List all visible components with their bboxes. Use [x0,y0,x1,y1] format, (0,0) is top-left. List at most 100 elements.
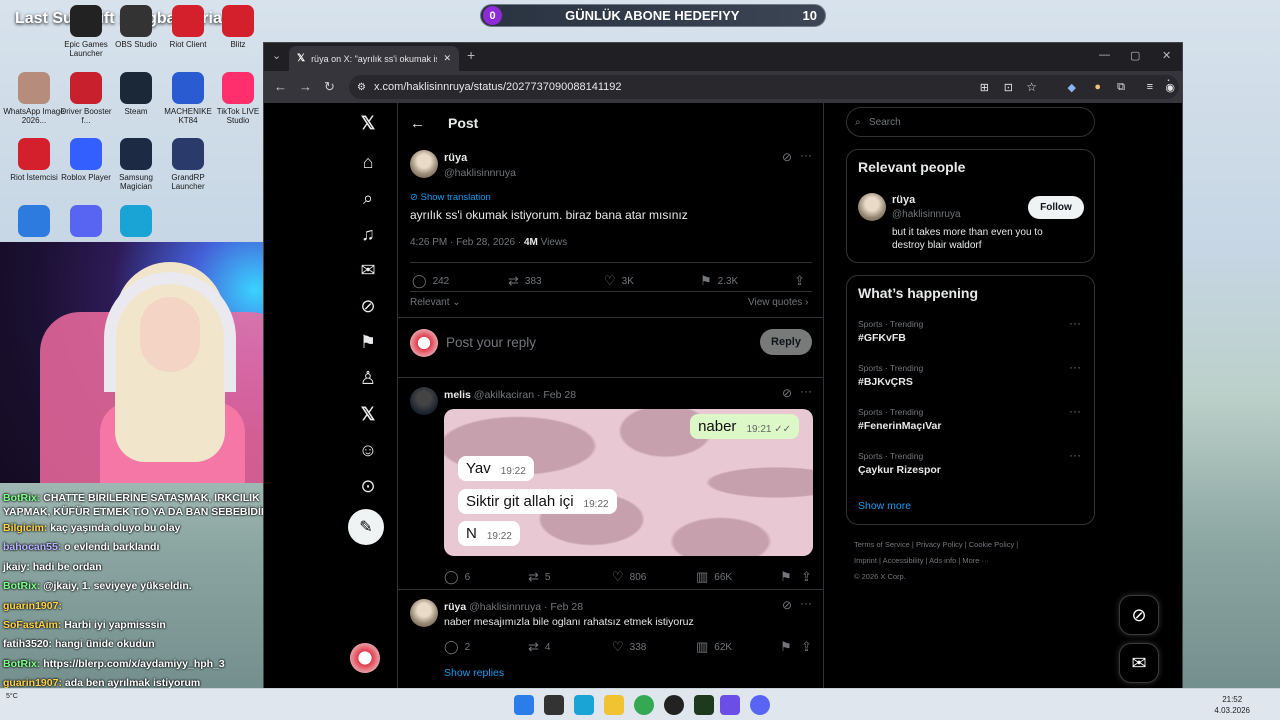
grok-icon[interactable]: ⊘ [353,291,383,321]
person-avatar[interactable] [858,193,886,221]
back-icon[interactable]: ← [274,79,287,94]
chat-screenshot-image[interactable]: naber 19:21 ✓✓ Yav 19:22 Siktir git allah … [444,409,813,556]
reply-count-button[interactable]: ◯ 6 [444,569,470,585]
trend-more-icon[interactable]: ··· [1069,360,1081,374]
messages-mail-icon[interactable]: ✉ [353,255,383,285]
extension-icon[interactable]: ◆ [1068,81,1076,94]
bookmark-star-icon[interactable]: ☆ [1026,80,1037,94]
search-input[interactable]: ⌕ Search [846,107,1095,137]
chrome-icon[interactable] [634,695,654,715]
author-handle[interactable]: @haklisinnruya [444,167,516,179]
bookmark-icon[interactable]: ⚑ [780,639,792,655]
bookmarks-icon[interactable]: ⚑ [353,327,383,357]
forward-icon[interactable]: → [299,79,312,94]
chat-username[interactable]: guarin1907: [3,600,62,612]
clock[interactable]: 21:52 4.03.2026 [1214,694,1250,716]
desktop-app-icon[interactable] [105,205,167,240]
reading-list-icon[interactable]: ≡ [1147,81,1153,93]
person-name[interactable]: rüya [892,194,915,206]
share-icon[interactable]: ⇪ [794,273,805,289]
translate-icon[interactable]: ⊞ [980,81,989,94]
x-logo-icon[interactable]: 𝕏 [353,108,383,138]
messages-floating-button[interactable]: ✉ [1119,643,1159,683]
new-tab-icon[interactable]: + [467,47,475,63]
chat-username[interactable]: BotRix: [3,580,40,592]
more-options-icon[interactable]: ··· [800,384,812,398]
profile-icon[interactable]: ☺ [353,435,383,465]
like-count-button[interactable]: ♡ 338 [612,639,646,655]
author-name[interactable]: rüya [444,152,467,164]
discord-icon[interactable] [750,695,770,715]
repost-count-button[interactable]: ⇄ 4 [528,639,550,655]
premium-x-icon[interactable]: 𝕏 [353,399,383,429]
more-options-icon[interactable]: ··· [800,596,812,610]
trend-more-icon[interactable]: ··· [1069,316,1081,330]
chat-username[interactable]: BotRix: [3,658,40,670]
notifications-bell-icon[interactable]: ♫ [353,219,383,249]
author-avatar[interactable] [410,150,438,178]
tab-list-icon[interactable]: ⌄ [272,49,281,62]
menu-dots-icon[interactable]: ⋮ [1162,77,1175,93]
explore-search-icon[interactable]: ⌕ [353,183,383,213]
grok-explain-icon[interactable]: ⊘ [782,598,792,612]
app-icon-2[interactable] [720,695,740,715]
taskview-icon[interactable] [544,695,564,715]
app-icon[interactable] [694,695,714,715]
share-icon[interactable]: ⇪ [801,639,812,655]
repost-count-button[interactable]: ⇄ 5 [528,569,550,585]
view-quotes-link[interactable]: View quotes › [748,297,808,308]
trend-more-icon[interactable]: ··· [1069,448,1081,462]
bookmark-count-button[interactable]: ⚑ 2.3K [700,273,738,289]
show-replies-link[interactable]: Show replies [444,667,504,679]
more-icon[interactable]: ⊙ [353,471,383,501]
follow-button[interactable]: Follow [1028,196,1084,219]
share-icon[interactable]: ⇪ [801,569,812,585]
close-window-icon[interactable]: ✕ [1162,49,1171,62]
chat-username[interactable]: jkaiy: [3,561,30,573]
start-button[interactable] [514,695,534,715]
views-count-button[interactable]: ▥ 62K [696,639,732,655]
chat-username[interactable]: SoFastAim: [3,619,61,631]
communities-icon[interactable]: ♙ [353,363,383,393]
url-field[interactable]: ⚙ x.com/haklisinnruya/status/20277370900… [349,75,1179,99]
extensions-puzzle-icon[interactable]: ⧉ [1117,81,1125,94]
person-handle[interactable]: @haklisinnruya [892,209,961,220]
trend-item[interactable]: #BJKvÇRS [858,376,913,388]
trend-item[interactable]: #FenerinMaçıVar [858,420,941,432]
reload-icon[interactable]: ↻ [324,79,335,95]
grok-floating-button[interactable]: ⊘ [1119,595,1159,635]
file-explorer-icon[interactable] [604,695,624,715]
trend-item[interactable]: Çaykur Rizespor [858,464,941,476]
weather-widget[interactable]: 5°C [6,693,18,700]
show-translation-link[interactable]: ⊘ Show translation [410,192,491,203]
back-arrow-icon[interactable]: ← [410,115,425,132]
bookmark-icon[interactable]: ⚑ [780,569,792,585]
compose-post-button[interactable]: ✎ [348,509,384,545]
desktop-app-icon[interactable]: GrandRP Launcher [157,138,219,191]
reply-avatar[interactable] [410,387,438,415]
sort-dropdown[interactable]: Relevant ⌄ [410,297,461,308]
home-icon[interactable]: ⌂ [353,147,383,177]
desktop-app-icon[interactable]: TikTok LIVE Studio [207,72,269,125]
chat-username[interactable]: bahocan55: [3,541,61,553]
reply-author[interactable]: melis @akilkaciran · Feb 28 [444,389,576,401]
chat-username[interactable]: BotRix: [3,492,40,504]
site-info-icon[interactable]: ⚙ [357,82,366,93]
minimize-icon[interactable]: — [1099,49,1110,61]
trend-more-icon[interactable]: ··· [1069,404,1081,418]
account-avatar[interactable] [350,643,380,673]
maximize-icon[interactable]: ▢ [1130,49,1140,62]
show-more-link[interactable]: Show more [858,500,911,512]
reply-count-button[interactable]: ◯ 2 [444,639,470,655]
repost-count-button[interactable]: ⇄ 383 [508,273,542,289]
like-count-button[interactable]: ♡ 3K [604,273,634,289]
obs-icon[interactable] [664,695,684,715]
tab-active[interactable]: 𝕏 rüya on X: "ayrılık ss'i okumak istiy … [289,46,459,71]
chat-username[interactable]: fatih3520: [3,638,52,650]
reply-author[interactable]: rüya @haklisinnruya · Feb 28 [444,601,583,613]
like-count-button[interactable]: ♡ 806 [612,569,646,585]
reply-button[interactable]: Reply [760,329,812,355]
reply-input[interactable]: Post your reply [446,335,536,350]
close-tab-icon[interactable]: ✕ [443,53,451,64]
more-options-icon[interactable]: ··· [800,148,812,162]
